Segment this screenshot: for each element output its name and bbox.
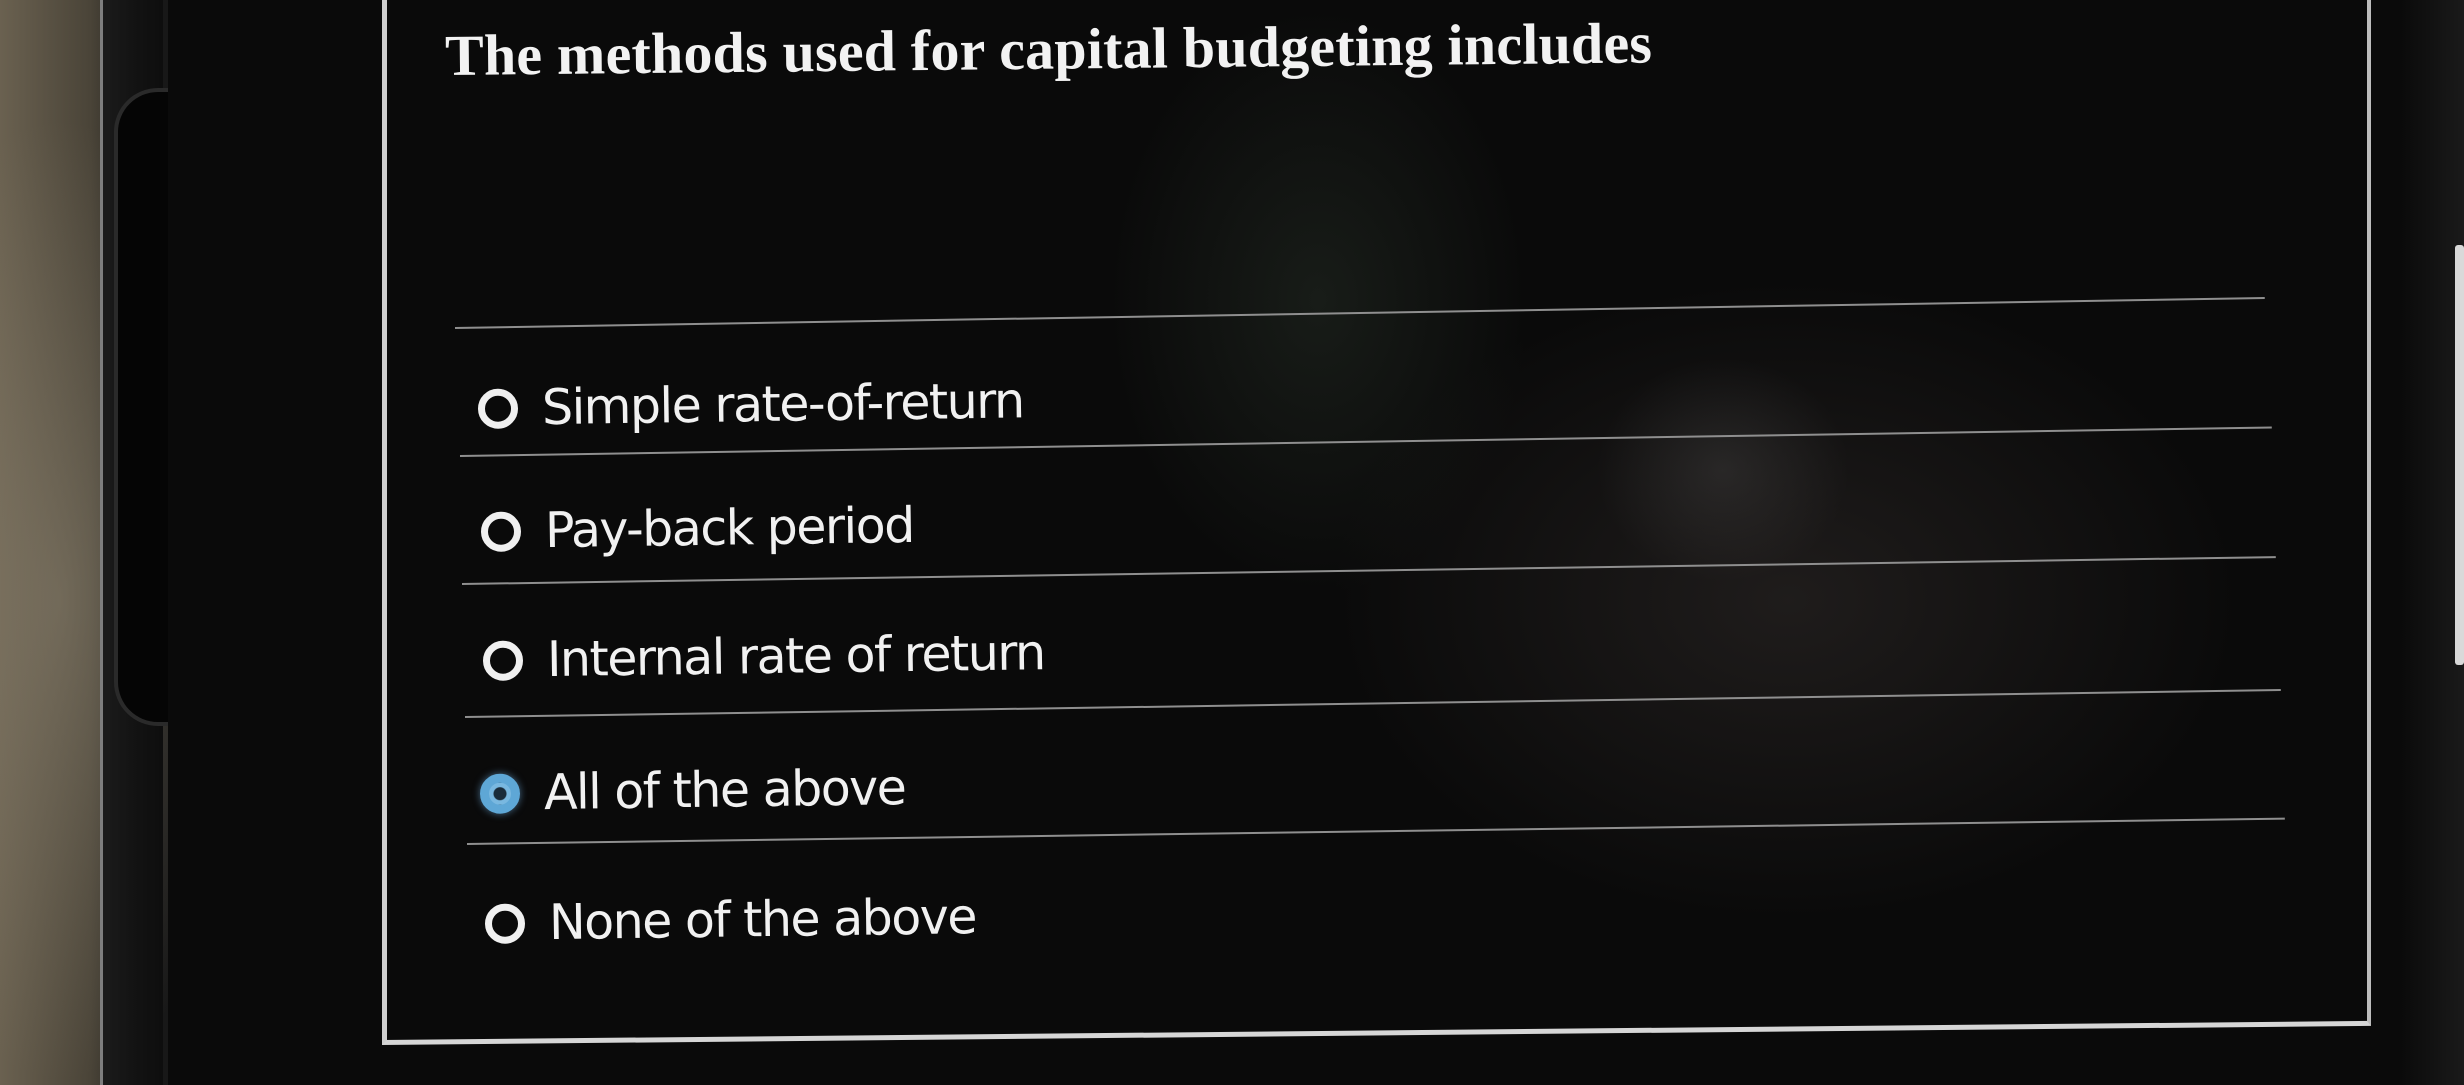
photo-frame: The methods used for capital budgeting i…	[0, 0, 2464, 1085]
option-label: All of the above	[543, 759, 906, 822]
device-edge	[2455, 245, 2464, 665]
radio-unchecked-icon[interactable]	[480, 510, 522, 552]
question-title: The methods used for capital budgeting i…	[444, 10, 1653, 88]
option-label: Pay-back period	[544, 496, 915, 560]
option-label: Simple rate-of-return	[541, 372, 1024, 437]
radio-unchecked-icon[interactable]	[477, 387, 519, 429]
option-simple-rate-of-return[interactable]: Simple rate-of-return	[477, 372, 1024, 437]
radio-checked-icon[interactable]	[479, 772, 521, 814]
option-label: Internal rate of return	[546, 624, 1046, 689]
option-none-of-the-above[interactable]: None of the above	[484, 888, 977, 952]
radio-unchecked-icon[interactable]	[482, 639, 524, 681]
option-label: None of the above	[548, 888, 977, 952]
option-internal-rate-of-return[interactable]: Internal rate of return	[482, 624, 1046, 689]
radio-unchecked-icon[interactable]	[484, 902, 526, 944]
option-all-of-the-above[interactable]: All of the above	[479, 759, 906, 822]
option-pay-back-period[interactable]: Pay-back period	[480, 496, 915, 560]
